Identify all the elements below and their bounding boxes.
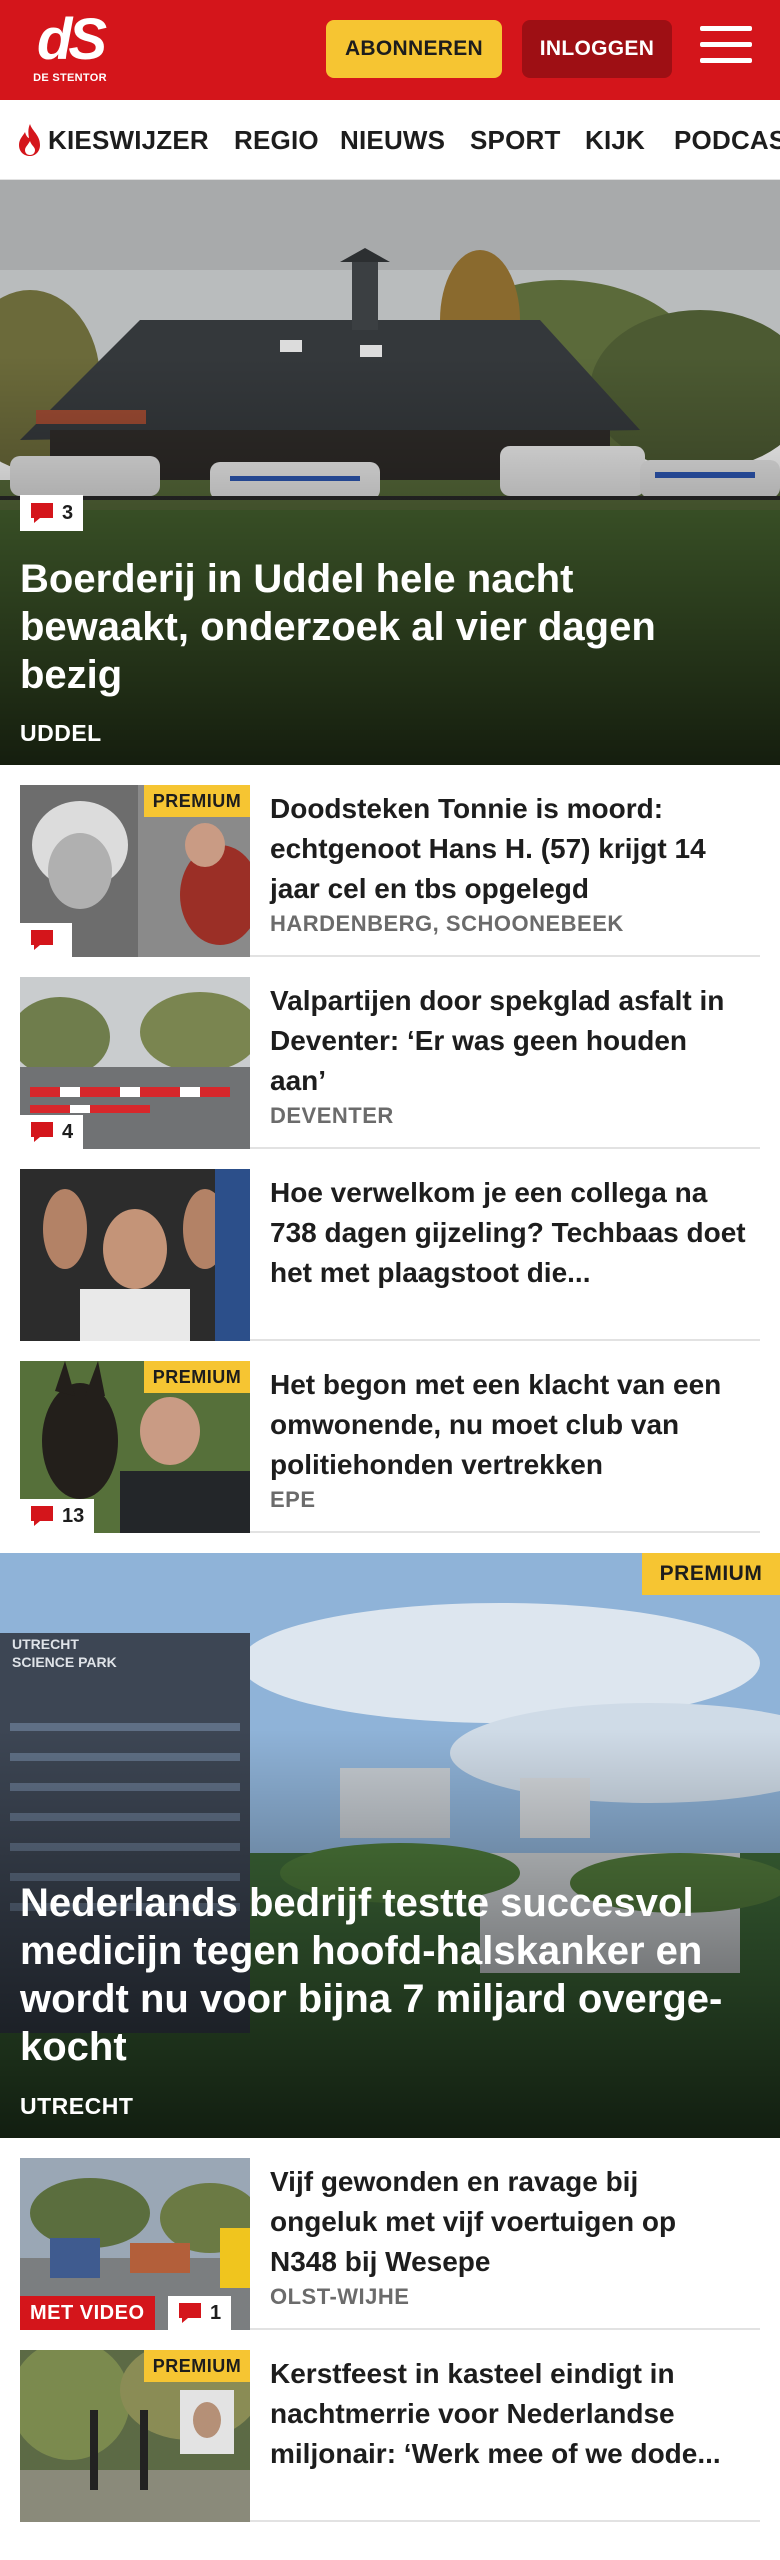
hero-title[interactable]: Boerderij in Uddel hele nacht bewaakt, o… [20, 555, 740, 699]
article-title[interactable]: Kerstfeest in kasteel eindigt in nachtme… [270, 2354, 750, 2474]
site-header: dS DE STENTOR ABONNEREN INLOGGEN [0, 0, 780, 100]
video-badge: MET VIDEO [20, 2296, 155, 2330]
comment-count-badge: 4 [20, 1115, 84, 1149]
article-location: HARDENBERG, SCHOONEBEEK [270, 911, 624, 936]
premium-badge: PREMIUM [144, 785, 250, 817]
list-item[interactable]: PREMIUM Kerstfeest in kasteel eindigt in… [20, 2350, 760, 2522]
comment-count: 4 [62, 1120, 74, 1143]
article-thumbnail: MET VIDEO 1 [20, 2158, 250, 2330]
nav-item-kijk[interactable]: KIJK [585, 100, 645, 179]
article-title[interactable]: Vijf gewonden en ravage bij ongeluk met … [270, 2162, 750, 2282]
article-title[interactable]: Doodsteken Tonnie is moord: echtgenoot H… [270, 789, 750, 909]
comment-count-badge [20, 923, 72, 957]
article-thumbnail: PREMIUM [20, 2350, 250, 2522]
hero-article-uddel[interactable]: 3 Boerderij in Uddel hele nacht bewaakt,… [0, 180, 780, 765]
site-logo[interactable]: dS DE STENTOR [28, 10, 112, 90]
article-title[interactable]: Valpartijen door spekglad asfalt in Deve… [270, 981, 750, 1101]
premium-badge: PREMIUM [144, 1361, 250, 1393]
hero-location: UTRECHT [20, 2093, 134, 2119]
article-thumbnail: PREMIUM 13 [20, 1361, 250, 1533]
article-title[interactable]: Hoe verwelkom je een collega na 738 dage… [270, 1173, 750, 1293]
flame-icon [19, 124, 40, 156]
article-location: OLST-WIJHE [270, 2284, 410, 2309]
comment-count: 1 [210, 2301, 222, 2324]
comment-count-badge: 1 [168, 2296, 232, 2330]
article-location: DEVENTER [270, 1103, 394, 1128]
premium-badge: PREMIUM [642, 1553, 780, 1595]
article-thumbnail: 4 [20, 977, 250, 1149]
premium-badge: PREMIUM [144, 2350, 250, 2382]
comment-icon [31, 1506, 53, 1526]
sign-text: UTRECHT SCIENCE PARK [12, 1636, 117, 1670]
login-button[interactable]: INLOGGEN [522, 20, 672, 78]
logo-subtitle: DE STENTOR [33, 72, 107, 84]
list-item[interactable]: Hoe verwelkom je een collega na 738 dage… [20, 1169, 760, 1341]
comment-count-badge: 13 [20, 1499, 95, 1533]
main-nav: KIESWIJZER REGIO NIEUWS SPORT KIJK PODCA… [0, 100, 780, 180]
nav-item-nieuws[interactable]: NIEUWS [340, 100, 445, 179]
article-title[interactable]: Het begon met een klacht van een omwonen… [270, 1365, 750, 1485]
hamburger-icon[interactable] [700, 26, 752, 70]
list-item[interactable]: MET VIDEO 1 Vijf gewonden en ravage bij … [20, 2158, 760, 2330]
comment-icon [31, 1122, 53, 1142]
nav-item-regio[interactable]: REGIO [234, 100, 319, 179]
comment-icon [31, 503, 53, 523]
article-thumbnail [20, 1169, 250, 1341]
hero-title[interactable]: Nederlands bedrijf testte succesvol medi… [20, 1879, 740, 2071]
logo-mark: dS [36, 7, 107, 72]
list-item[interactable]: PREMIUM 13 Het begon met een klacht van … [20, 1361, 760, 1533]
nav-item-kieswijzer[interactable]: KIESWIJZER [16, 100, 209, 179]
comment-icon [179, 2303, 201, 2323]
comment-icon [31, 930, 53, 950]
nav-item-sport[interactable]: SPORT [470, 100, 561, 179]
subscribe-button[interactable]: ABONNEREN [326, 20, 502, 78]
comment-count-badge: 3 [20, 495, 84, 531]
list-item[interactable]: PREMIUM Doodsteken Tonnie is moord: echt… [20, 785, 760, 957]
list-item[interactable]: 4 Valpartijen door spekglad asfalt in De… [20, 977, 760, 1149]
hero-location: UDDEL [20, 720, 102, 746]
comment-count: 13 [62, 1504, 85, 1527]
article-thumbnail: PREMIUM [20, 785, 250, 957]
comment-count: 3 [62, 501, 74, 524]
article-location: EPE [270, 1487, 316, 1512]
nav-label: KIESWIJZER [48, 124, 209, 155]
nav-item-podcast[interactable]: PODCAS [674, 100, 780, 179]
hero-article-utrecht[interactable]: UTRECHT SCIENCE PARK PREMIUM Nederlands … [0, 1553, 780, 2138]
